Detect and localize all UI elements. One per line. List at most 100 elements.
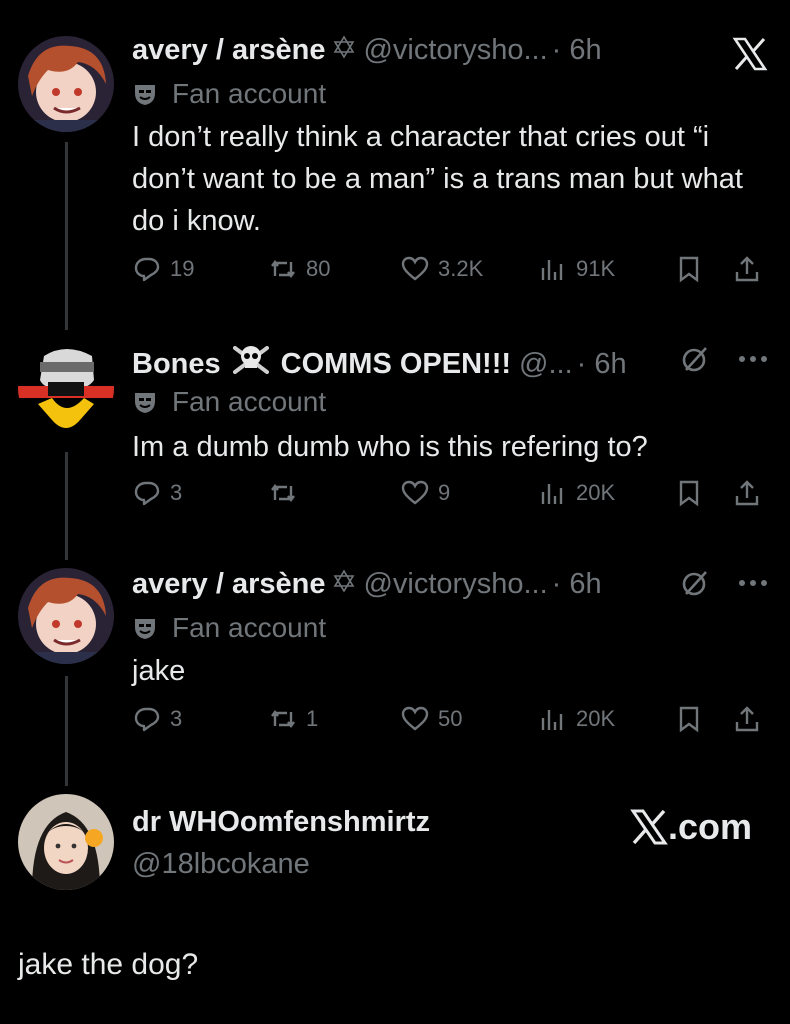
- tweet-header: Bones COMMS OPEN!!! @... · 6h: [132, 342, 627, 385]
- star-of-david-icon: [333, 566, 355, 602]
- reply-button[interactable]: 3: [132, 704, 182, 734]
- reply-icon: [134, 257, 160, 282]
- repost-button[interactable]: [268, 478, 306, 508]
- reply-button[interactable]: 19: [132, 254, 194, 284]
- views-count: 20K: [576, 706, 616, 731]
- handle[interactable]: @18lbcokane: [132, 846, 310, 882]
- action-bar: 19 80 3.2K 91K: [132, 254, 772, 294]
- heart-icon: [401, 706, 429, 731]
- handle[interactable]: @victorysho...: [363, 32, 547, 68]
- bookmark-button[interactable]: [674, 254, 704, 284]
- like-count: 50: [438, 706, 463, 731]
- display-name[interactable]: dr WHOomfenshmirtz: [132, 804, 430, 840]
- more-options-icon[interactable]: [738, 355, 768, 363]
- display-name[interactable]: avery / arsène: [132, 32, 325, 68]
- tweet: avery / arsène @victorysho... · 6h Fan a…: [0, 556, 790, 786]
- more-options-icon[interactable]: [738, 579, 768, 587]
- reply-count: 3: [170, 480, 183, 505]
- display-name[interactable]: Bones: [132, 346, 221, 382]
- affiliation-text: Fan account: [172, 78, 327, 109]
- brand-domain: .com: [668, 806, 753, 847]
- timestamp[interactable]: · 6h: [552, 32, 602, 68]
- share-button[interactable]: [732, 254, 762, 284]
- tweet: Bones COMMS OPEN!!! @... · 6h Fan accoun…: [0, 330, 790, 560]
- share-icon: [735, 706, 759, 732]
- bookmark-button[interactable]: [674, 704, 704, 734]
- views-count: 20K: [576, 480, 616, 505]
- tweet-text: jake: [132, 655, 186, 687]
- tweet-controls: [680, 568, 768, 598]
- like-count: 9: [438, 480, 451, 505]
- views-icon: [541, 260, 563, 280]
- like-button[interactable]: 50: [400, 704, 462, 734]
- tweet-header: avery / arsène @victorysho... · 6h: [132, 32, 602, 68]
- heart-icon: [401, 256, 429, 281]
- timestamp[interactable]: · 6h: [577, 346, 627, 382]
- grok-icon[interactable]: [680, 568, 710, 598]
- like-count: 3.2K: [438, 256, 484, 281]
- like-button[interactable]: 3.2K: [400, 254, 483, 284]
- display-name[interactable]: avery / arsène: [132, 566, 325, 602]
- avatar[interactable]: [18, 340, 114, 436]
- views-button[interactable]: 91K: [538, 254, 615, 284]
- reply-icon: [134, 481, 160, 506]
- tweet-text: I don’t really think a character that cr…: [132, 121, 743, 237]
- like-button[interactable]: 9: [400, 478, 450, 508]
- mask-icon: [135, 393, 155, 413]
- handle[interactable]: @victorysho...: [363, 566, 547, 602]
- share-card-header: dr WHOomfenshmirtz: [132, 804, 430, 840]
- x-logo-icon: [630, 809, 668, 845]
- affiliation-text: Fan account: [172, 612, 327, 643]
- share-button[interactable]: [732, 704, 762, 734]
- bookmark-icon: [679, 256, 699, 283]
- mask-icon: [135, 619, 155, 639]
- tweet-controls: [680, 344, 768, 374]
- avatar[interactable]: [18, 794, 114, 890]
- repost-icon: [271, 260, 295, 278]
- views-button[interactable]: 20K: [538, 478, 615, 508]
- share-icon: [735, 480, 759, 506]
- avatar[interactable]: [18, 568, 114, 664]
- tweet: avery / arsène @victorysho... · 6h Fan a…: [0, 0, 790, 320]
- mask-icon: [135, 85, 155, 105]
- repost-icon: [271, 710, 295, 728]
- x-logo-icon[interactable]: [732, 36, 768, 72]
- skull-crossbones-icon: [231, 342, 271, 385]
- tweet-text: Im a dumb dumb who is this refering to?: [132, 431, 648, 463]
- action-bar: 3 1 50 20K: [132, 704, 772, 744]
- bookmark-icon: [679, 706, 699, 733]
- views-icon: [541, 710, 563, 730]
- reply-count: 19: [170, 256, 195, 281]
- display-name-suffix[interactable]: COMMS OPEN!!!: [281, 346, 511, 382]
- heart-icon: [401, 480, 429, 505]
- share-button[interactable]: [732, 478, 762, 508]
- repost-count: 1: [306, 706, 319, 731]
- x-brand: .com: [630, 806, 752, 848]
- action-bar: 3 9 20K: [132, 478, 772, 518]
- views-count: 91K: [576, 256, 616, 281]
- repost-count: 80: [306, 256, 331, 281]
- reply-icon: [134, 707, 160, 732]
- reply-count: 3: [170, 706, 183, 731]
- affiliation-label: Fan account: [132, 78, 326, 110]
- timestamp[interactable]: · 6h: [552, 566, 602, 602]
- repost-icon: [271, 484, 295, 502]
- reply-button[interactable]: 3: [132, 478, 182, 508]
- bookmark-button[interactable]: [674, 478, 704, 508]
- affiliation-text: Fan account: [172, 386, 327, 417]
- views-button[interactable]: 20K: [538, 704, 615, 734]
- affiliation-label: Fan account: [132, 612, 326, 644]
- tweet-header: avery / arsène @victorysho... · 6h: [132, 566, 602, 602]
- share-icon: [735, 256, 759, 282]
- star-of-david-icon: [333, 32, 355, 68]
- affiliation-label: Fan account: [132, 386, 326, 418]
- share-card: dr WHOomfenshmirtz @18lbcokane .com jake…: [0, 790, 790, 1024]
- repost-button[interactable]: 1: [268, 704, 318, 734]
- grok-icon[interactable]: [680, 344, 710, 374]
- handle[interactable]: @...: [519, 346, 573, 382]
- views-icon: [541, 484, 563, 504]
- bookmark-icon: [679, 480, 699, 507]
- share-card-handle-row: @18lbcokane: [132, 846, 310, 882]
- avatar[interactable]: [18, 36, 114, 132]
- repost-button[interactable]: 80: [268, 254, 330, 284]
